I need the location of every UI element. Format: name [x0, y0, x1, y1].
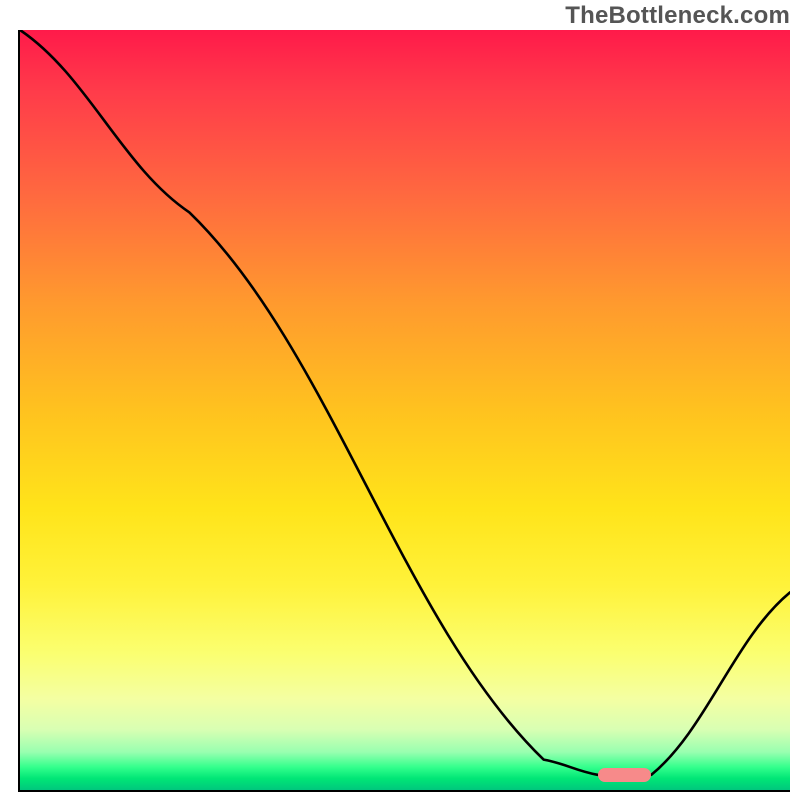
chart-container: TheBottleneck.com — [0, 0, 800, 800]
optimal-marker — [598, 768, 652, 782]
background-gradient — [20, 30, 790, 790]
watermark-text: TheBottleneck.com — [565, 2, 790, 30]
plot-area — [18, 30, 790, 792]
